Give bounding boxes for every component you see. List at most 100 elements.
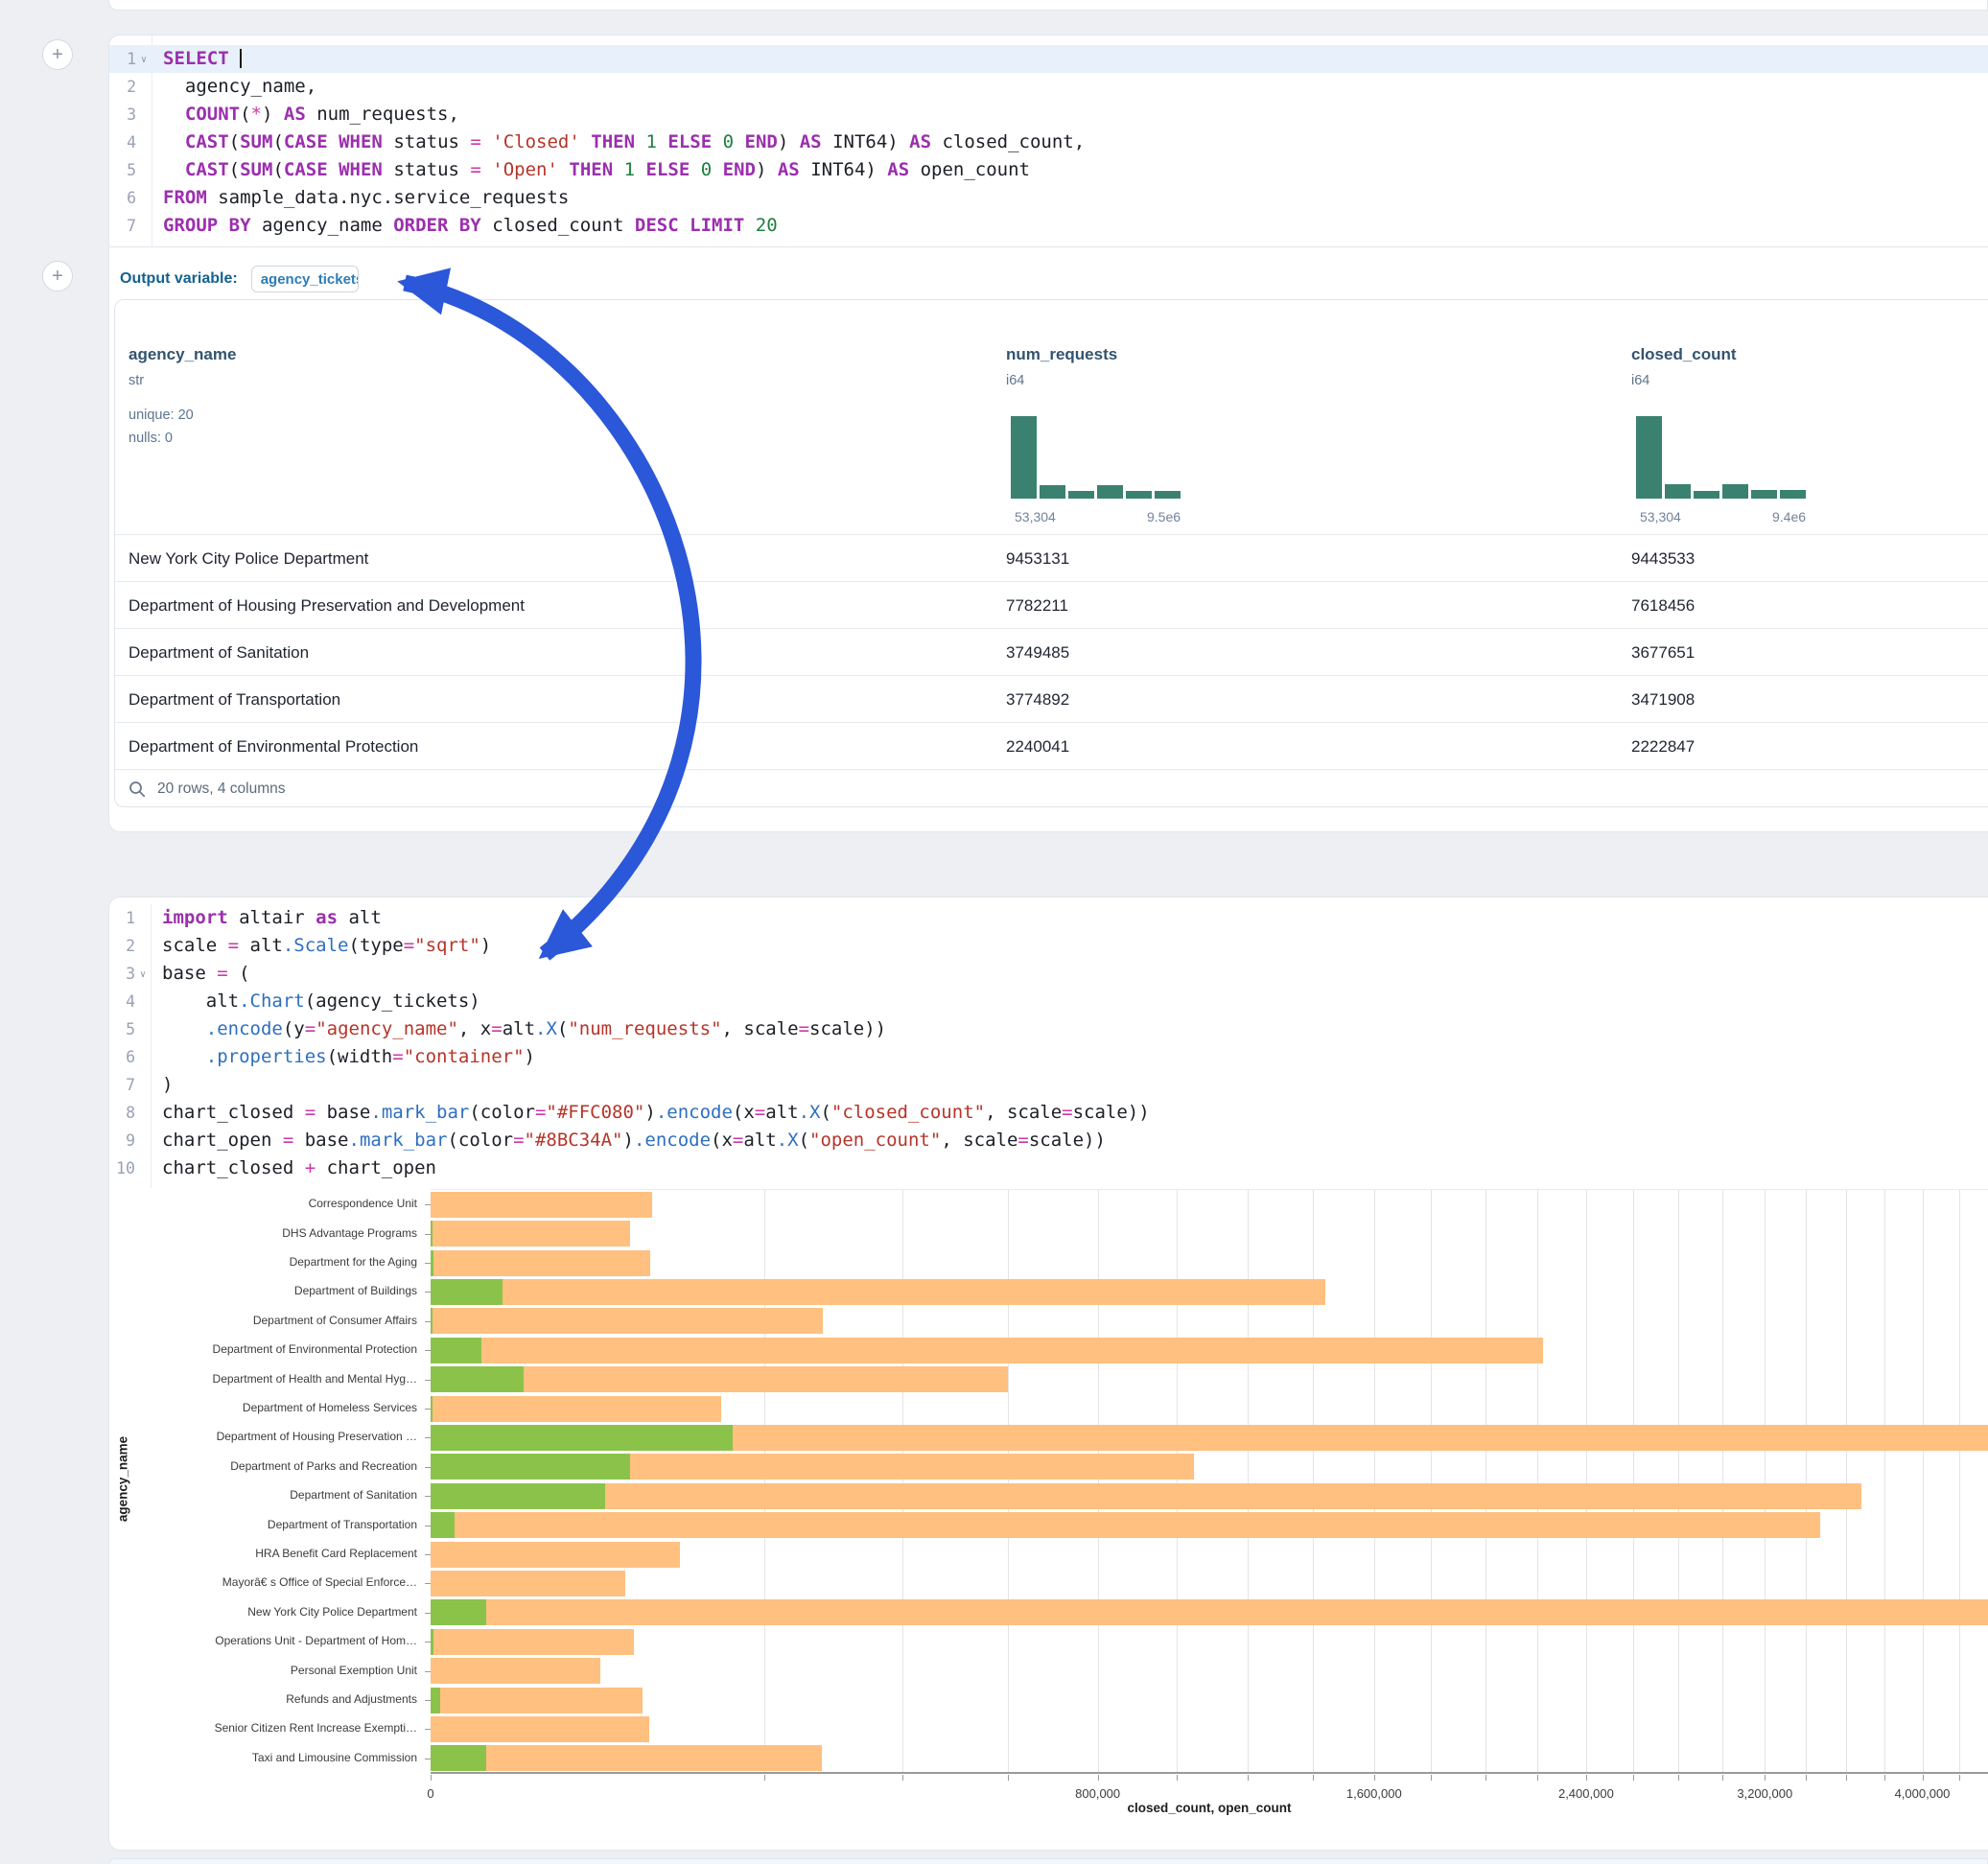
- add-cell-button[interactable]: +: [42, 261, 73, 291]
- x-axis-tick-label: 3,200,000: [1737, 1786, 1792, 1801]
- histogram-bar: [1722, 484, 1748, 499]
- y-axis-label: Senior Citizen Rent Increase Exempti…: [215, 1721, 417, 1735]
- cell-closed-count: 7618456: [1631, 582, 1695, 629]
- code-line: 9chart_open = base.mark_bar(color="#8BC3…: [108, 1127, 1988, 1154]
- gridline: [1177, 1190, 1178, 1773]
- line-number: 7: [108, 1071, 135, 1099]
- output-variable-label: Output variable:: [120, 270, 238, 288]
- y-axis-tick: [425, 1437, 431, 1438]
- gridline: [764, 1190, 765, 1773]
- bar-closed_count: [431, 1571, 625, 1596]
- bar-open_count: [431, 1338, 481, 1363]
- cell-agency-name: Department of Transportation: [129, 676, 340, 723]
- dataframe-preview: agency_name str unique: 20 nulls: 0 num_…: [114, 299, 1988, 807]
- collapse-chevron-icon[interactable]: ∨: [135, 960, 151, 988]
- y-axis-labels: Correspondence UnitDHS Advantage Program…: [108, 1189, 425, 1772]
- bar-closed_count: [431, 1483, 1861, 1509]
- histogram-bar: [1040, 485, 1065, 499]
- gridline: [1485, 1190, 1486, 1773]
- y-axis-label: Department for the Aging: [290, 1255, 417, 1269]
- table-row: New York City Police Department945313194…: [115, 534, 1988, 582]
- line-number: 5: [108, 1015, 135, 1043]
- code-line: 7): [108, 1071, 1988, 1099]
- x-axis-tick: [1722, 1775, 1723, 1781]
- y-axis-label: DHS Advantage Programs: [282, 1226, 417, 1240]
- x-axis-tick: [1177, 1775, 1178, 1781]
- bar-closed_count: [431, 1599, 1988, 1625]
- x-axis-tick: [1098, 1775, 1099, 1781]
- cell-num-requests: 3749485: [1006, 629, 1069, 676]
- bar-closed_count: [431, 1221, 630, 1247]
- bar-closed_count: [431, 1688, 643, 1713]
- y-axis-label: Department of Homeless Services: [243, 1401, 417, 1414]
- code-text: chart_closed + chart_open: [151, 1154, 436, 1182]
- code-line: 5 CAST(SUM(CASE WHEN status = 'Open' THE…: [109, 156, 1988, 184]
- column-stat-unique: unique: 20: [129, 408, 194, 423]
- next-cell-edge: [108, 1858, 1988, 1864]
- chevron-spacer: [135, 1071, 151, 1099]
- code-text: chart_closed = base.mark_bar(color="#FFC…: [151, 1099, 1150, 1127]
- add-cell-button[interactable]: +: [42, 39, 73, 70]
- line-number: 5: [109, 156, 136, 184]
- y-axis-label: Department of Housing Preservation …: [217, 1430, 417, 1443]
- y-axis-label: Department of Sanitation: [290, 1488, 417, 1502]
- code-text: COUNT(*) AS num_requests,: [152, 101, 459, 128]
- y-axis-tick: [425, 1467, 431, 1468]
- code-text: GROUP BY agency_name ORDER BY closed_cou…: [152, 212, 778, 240]
- gridline: [1008, 1190, 1009, 1773]
- gridline: [1586, 1190, 1587, 1773]
- gridline: [1374, 1190, 1375, 1773]
- previous-cell-edge: [108, 0, 1988, 11]
- gridline: [1884, 1190, 1885, 1773]
- x-axis-tick: [1846, 1775, 1847, 1781]
- y-axis-tick: [425, 1700, 431, 1701]
- text-cursor: [240, 49, 242, 68]
- histogram-bar: [1751, 490, 1777, 499]
- x-axis-title: closed_count, open_count: [431, 1801, 1988, 1815]
- gridline: [1923, 1190, 1924, 1773]
- code-text: .properties(width="container"): [151, 1043, 535, 1071]
- search-icon[interactable]: [129, 781, 146, 798]
- y-axis-label: Mayorâ€ s Office of Special Enforce…: [222, 1575, 417, 1589]
- code-line: 2scale = alt.Scale(type="sqrt"): [108, 932, 1988, 960]
- x-axis-tick: [1923, 1775, 1924, 1781]
- code-text: chart_open = base.mark_bar(color="#8BC34…: [151, 1127, 1106, 1154]
- histogram-bar: [1011, 416, 1037, 499]
- line-number: 1: [109, 45, 136, 73]
- column-header: agency_name: [129, 345, 236, 364]
- code-line: 5 .encode(y="agency_name", x=alt.X("num_…: [108, 1015, 1988, 1043]
- histogram-bar: [1155, 491, 1181, 499]
- histogram-bar: [1780, 490, 1806, 499]
- y-axis-label: New York City Police Department: [247, 1605, 417, 1619]
- bar-open_count: [431, 1599, 486, 1625]
- bar-open_count: [431, 1512, 455, 1538]
- histogram-bar: [1097, 485, 1123, 499]
- histogram-bar: [1126, 491, 1152, 499]
- collapse-chevron-icon[interactable]: ∨: [136, 45, 152, 73]
- y-axis-label: Department of Buildings: [294, 1284, 417, 1297]
- sql-editor[interactable]: 1∨SELECT 2 agency_name,3 COUNT(*) AS num…: [108, 35, 1988, 247]
- code-text: scale = alt.Scale(type="sqrt"): [151, 932, 491, 960]
- histogram-bar: [1694, 491, 1719, 499]
- y-axis-label: Operations Unit - Department of Hom…: [215, 1634, 417, 1647]
- x-axis-tick: [1884, 1775, 1885, 1781]
- bar-open_count: [431, 1396, 433, 1422]
- output-variable-row: Output variable: agency_tickets: [108, 259, 359, 299]
- x-axis-tick: [1008, 1775, 1009, 1781]
- python-editor[interactable]: 1import altair as alt2scale = alt.Scale(…: [108, 904, 1988, 1188]
- bar-open_count: [431, 1425, 733, 1451]
- x-axis-tick: [1959, 1775, 1960, 1781]
- x-axis-tick: [1374, 1775, 1375, 1781]
- notebook-page: + + 1∨SELECT 2 agency_name,3 COUNT(*) AS…: [0, 0, 1988, 1864]
- x-axis-tick: [1633, 1775, 1634, 1781]
- y-axis-tick: [425, 1234, 431, 1235]
- line-number: 8: [108, 1099, 135, 1127]
- bar-closed_count: [431, 1542, 680, 1568]
- y-axis-label: Taxi and Limousine Commission: [252, 1751, 417, 1764]
- y-axis-tick: [425, 1496, 431, 1497]
- histogram-bar: [1636, 416, 1662, 499]
- output-variable-chip[interactable]: agency_tickets: [251, 266, 359, 292]
- bar-open_count: [431, 1454, 630, 1480]
- y-axis-tick: [425, 1350, 431, 1351]
- x-axis-tick: [1806, 1775, 1807, 1781]
